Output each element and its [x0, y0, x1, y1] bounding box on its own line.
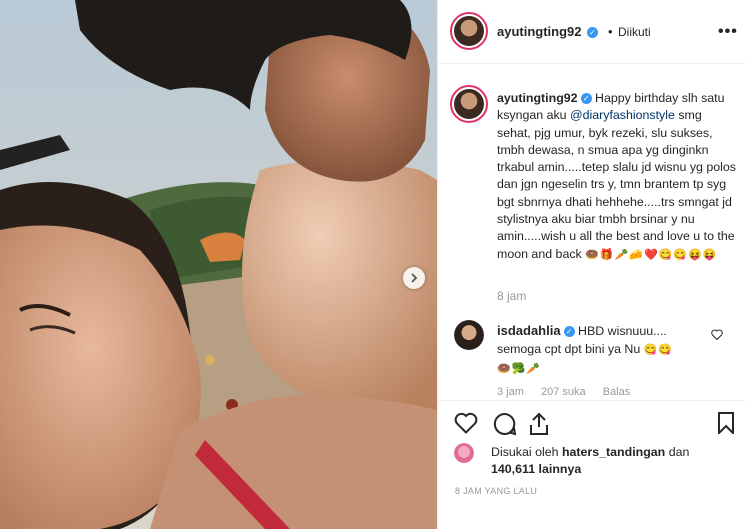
caption-avatar[interactable] — [450, 85, 488, 123]
comment-body: isdadahlia ✓ HBD wisnuuu.... semoga cpt d… — [497, 322, 707, 378]
chevron-right-icon — [411, 273, 418, 283]
caption-mention-link[interactable]: @diaryfashionstyle — [570, 108, 675, 122]
comment-emojis: 🍩🥦🥕 — [497, 363, 542, 375]
verified-badge-icon: ✓ — [563, 326, 575, 337]
caption-text-end: smg sehat, pjg umur, byk rezeki, slu suk… — [497, 108, 736, 261]
verified-badge-icon: ✓ — [587, 27, 598, 38]
comment-time[interactable]: 3 jam — [497, 386, 524, 398]
post-header: ayutingting92 ✓ • Diikuti ••• — [438, 0, 745, 64]
more-options-icon[interactable]: ••• — [718, 23, 738, 41]
separator-dot: • — [608, 24, 613, 39]
comment-emojis-inline: 😋😋 — [643, 344, 674, 356]
commenter-avatar[interactable] — [454, 320, 484, 350]
comment-meta: 3 jam 207 suka Balas — [497, 386, 644, 398]
liker-avatar[interactable] — [454, 443, 474, 463]
caption-emojis: 🍩🎁🥕🧀❤️😋😋😝😝 — [585, 248, 718, 261]
verified-badge-icon: ✓ — [580, 93, 592, 104]
post-caption: ayutingting92 ✓ Happy birthday slh satu k… — [497, 90, 737, 264]
likes-prefix: Disukai oleh — [491, 445, 559, 459]
reply-button[interactable]: Balas — [603, 386, 631, 398]
post-photo — [0, 0, 437, 529]
like-heart-icon[interactable] — [454, 412, 478, 434]
likes-summary: Disukai oleh haters_tandingan dan 140,61… — [491, 444, 731, 478]
next-photo-button[interactable] — [403, 267, 425, 289]
post-side-panel: ayutingting92 ✓ • Diikuti ••• ayutingtin… — [437, 0, 745, 529]
likes-count[interactable]: 140,611 lainnya — [491, 462, 581, 476]
author-avatar[interactable] — [450, 12, 488, 50]
save-bookmark-icon[interactable] — [717, 412, 735, 434]
post-timestamp[interactable]: 8 JAM YANG LALU — [455, 486, 537, 496]
share-icon[interactable] — [528, 412, 550, 436]
like-comment-heart-icon[interactable] — [711, 329, 723, 340]
author-username[interactable]: ayutingting92 — [497, 24, 582, 39]
likes-conjunction: dan — [668, 445, 690, 459]
liker-username[interactable]: haters_tandingan — [562, 445, 665, 459]
following-button[interactable]: Diikuti — [618, 25, 651, 39]
caption-time[interactable]: 8 jam — [497, 289, 526, 303]
caption-username[interactable]: ayutingting92 — [497, 91, 578, 105]
photo-illustration — [0, 0, 437, 529]
comment-icon[interactable] — [493, 412, 517, 436]
comment-likes[interactable]: 207 suka — [541, 386, 586, 398]
commenter-username[interactable]: isdadahlia — [497, 323, 561, 338]
